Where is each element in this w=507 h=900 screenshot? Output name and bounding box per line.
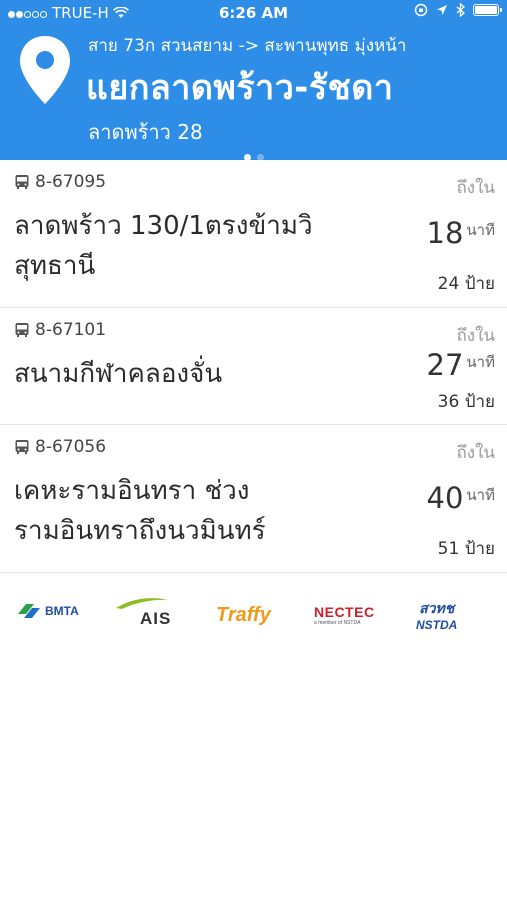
list-item[interactable]: 8-67056 เคหะรามอินทรา ช่วง รามอินทราถึงนว… bbox=[0, 425, 507, 573]
sub-stop-name: ลาดพร้าว 28 bbox=[88, 120, 203, 144]
bluetooth-icon bbox=[456, 3, 465, 17]
bmta-logo: BMTA bbox=[16, 600, 79, 622]
bus-id: 8-67095 bbox=[35, 172, 107, 192]
bus-destination: ลาดพร้าว 130/1ตรงข้ามวิ สุทธานี bbox=[14, 211, 313, 281]
orientation-lock-icon bbox=[414, 3, 428, 17]
bus-id: 8-67101 bbox=[35, 320, 107, 340]
bus-destination: เคหะรามอินทรา ช่วง รามอินทราถึงนวมินทร์ bbox=[14, 476, 266, 546]
arrive-label: ถึงใน bbox=[456, 326, 495, 346]
stops-remaining: 24 ป้าย bbox=[437, 274, 495, 294]
stop-name: แยกลาดพร้าว-รัชดา bbox=[86, 68, 394, 108]
arrive-label: ถึงใน bbox=[456, 178, 495, 198]
bus-icon bbox=[15, 323, 29, 337]
route-description: สาย 73ก สวนสยาม -> สะพานพุทธ มุ่งหน้า bbox=[88, 36, 407, 56]
arrive-label: ถึงใน bbox=[456, 443, 495, 463]
ais-logo: AIS bbox=[114, 596, 171, 629]
header-panel: TRUE-H 6:26 AM สาย 73ก สวนสยาม -> สะพานพ… bbox=[0, 0, 507, 161]
bus-icon bbox=[15, 175, 29, 189]
bus-destination: สนามกีฬาคลองจั่น bbox=[14, 359, 223, 389]
list-item[interactable]: 8-67095 ลาดพร้าว 130/1ตรงข้ามวิ สุทธานี ถ… bbox=[0, 160, 507, 308]
location-pin-icon bbox=[20, 36, 70, 104]
stops-remaining: 51 ป้าย bbox=[437, 539, 495, 559]
arrival-minutes: 18 นาที bbox=[426, 216, 495, 250]
nstda-logo: สวทช NSTDA bbox=[416, 600, 458, 632]
partner-logos: BMTA AIS Traffy NECTEC a member of NSTDA… bbox=[0, 590, 507, 640]
nectec-logo: NECTEC a member of NSTDA bbox=[314, 604, 375, 626]
bus-icon bbox=[15, 440, 29, 454]
bus-id: 8-67056 bbox=[35, 437, 107, 457]
stops-remaining: 36 ป้าย bbox=[437, 392, 495, 412]
status-bar: TRUE-H 6:26 AM bbox=[0, 0, 507, 26]
list-item[interactable]: 8-67101 สนามกีฬาคลองจั่น ถึงใน 27 นาที 36… bbox=[0, 308, 507, 425]
arrival-minutes: 40 นาที bbox=[426, 481, 495, 515]
location-arrow-icon bbox=[437, 5, 447, 15]
bmta-mark-icon bbox=[18, 604, 40, 618]
ais-swoosh-icon bbox=[116, 598, 168, 609]
traffy-logo: Traffy bbox=[216, 604, 271, 626]
battery-icon bbox=[473, 4, 502, 16]
arrival-minutes: 27 นาที bbox=[426, 348, 495, 382]
